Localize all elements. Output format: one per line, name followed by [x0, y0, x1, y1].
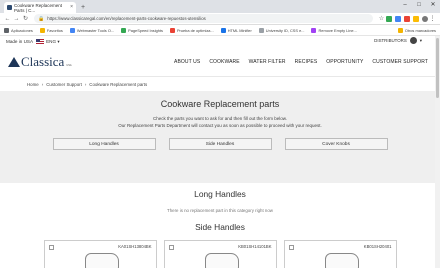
bookmark-item[interactable]: Remove Empty Line... [311, 27, 357, 33]
product-card: KB01SH20401 [283, 240, 397, 268]
extension-icon[interactable] [386, 15, 392, 22]
close-tab-icon[interactable]: × [70, 4, 73, 10]
side-handles-products: KA01SH13804BK KB01SH14101BK KB01SH20401 [0, 240, 440, 268]
main-nav: ABOUT US COOKWARE WATER FILTER RECIPES O… [174, 59, 428, 65]
side-handles-title: Side Handles [195, 222, 245, 232]
site-header: Classica USA ABOUT US COOKWARE WATER FIL… [0, 47, 440, 77]
scrollbar-thumb[interactable] [436, 38, 439, 98]
close-window-icon[interactable]: ✕ [426, 0, 440, 10]
top-strip: Made in USA ENG ▾ DISTRIBUTORS ▾ [0, 36, 440, 47]
user-avatar-icon[interactable] [409, 37, 417, 44]
breadcrumb: Home › Customer Support › Cookware Repla… [0, 77, 440, 91]
long-handles-button[interactable]: Long Handles [52, 138, 156, 150]
extension-icon[interactable] [413, 15, 419, 22]
page-viewport: Made in USA ENG ▾ DISTRIBUTORS ▾ Classic… [0, 36, 440, 268]
bookmark-item[interactable]: PageSpeed Insights [121, 27, 163, 33]
other-bookmarks[interactable]: Otros marcadores [397, 27, 436, 33]
extension-icon[interactable] [395, 15, 401, 22]
side-handles-button[interactable]: Side Handles [168, 138, 272, 150]
url-text: https://www.classicaregal.com/en/replace… [47, 16, 206, 21]
bookmark-item[interactable]: University ID, CSS e... [258, 27, 304, 33]
language-select[interactable]: ENG ▾ [46, 39, 60, 45]
favicon-icon [7, 5, 12, 10]
product-code: KA01SH13804BK [118, 244, 152, 249]
side-handle-image [84, 253, 119, 268]
extension-icon[interactable] [404, 15, 410, 22]
product-checkbox[interactable] [48, 245, 54, 250]
logo-mark-icon [8, 57, 20, 67]
side-handle-image [204, 253, 239, 268]
extensions [386, 15, 428, 22]
long-handles-title: Long Handles [194, 189, 246, 199]
made-in-label: Made in USA [6, 39, 34, 44]
star-icon[interactable]: ☆ [377, 15, 386, 22]
nav-recipes[interactable]: RECIPES [295, 59, 318, 65]
nav-opportunity[interactable]: OPPORTUNITY [326, 59, 363, 65]
bookmark-item[interactable]: Favoritos [39, 27, 63, 33]
minimize-icon[interactable]: – [398, 0, 412, 10]
bookmark-item[interactable]: HTML Minifier [220, 27, 252, 33]
distributors-menu[interactable]: DISTRIBUTORS ▾ [374, 37, 422, 44]
back-icon[interactable]: ← [3, 16, 12, 22]
browser-tabbar: Cookware Replacement Parts | C... × + – … [0, 0, 440, 13]
classica-logo[interactable]: Classica USA [8, 54, 72, 69]
nav-customer-support[interactable]: CUSTOMER SUPPORT [372, 59, 428, 65]
product-checkbox[interactable] [168, 245, 174, 250]
category-buttons: Long Handles Side Handles Cover Knobs [0, 138, 440, 150]
new-tab-button[interactable]: + [81, 2, 85, 13]
window-controls: – □ ✕ [398, 0, 440, 10]
bookmark-item[interactable]: Prueba de optimiza... [169, 27, 214, 33]
logo-text: Classica [21, 54, 65, 69]
chevron-down-icon: ▾ [419, 37, 422, 43]
hero-section: Cookware Replacement parts Check the par… [0, 91, 440, 183]
tab-title: Cookware Replacement Parts | C... [14, 2, 63, 13]
logo-sub: USA [66, 64, 72, 67]
distributors-label: DISTRIBUTORS [374, 38, 407, 43]
page-scrollbar[interactable] [435, 36, 440, 268]
lock-icon: 🔒 [38, 15, 45, 22]
page-title: Cookware Replacement parts [160, 99, 280, 109]
product-code: KB01SH14101BK [238, 244, 272, 249]
breadcrumb-customer-support[interactable]: Customer Support [46, 82, 82, 87]
address-bar: ← → ↻ 🔒 https://www.classicaregal.com/en… [0, 13, 440, 25]
breadcrumb-separator-icon: › [84, 81, 87, 87]
menu-icon[interactable]: ⋮ [428, 15, 437, 22]
reload-icon[interactable]: ↻ [21, 15, 30, 22]
product-card: KA01SH13804BK [43, 240, 157, 268]
hero-contact-note: Our Replacement Parts Department will co… [118, 122, 322, 128]
nav-cookware[interactable]: COOKWARE [209, 59, 239, 65]
product-code: KB01SH20401 [363, 244, 392, 249]
bookmark-item[interactable]: Aplicaciones [4, 27, 33, 33]
usa-flag-icon [36, 39, 45, 44]
forward-icon[interactable]: → [12, 16, 21, 22]
nav-water-filter[interactable]: WATER FILTER [249, 59, 286, 65]
nav-about-us[interactable]: ABOUT US [174, 59, 200, 65]
product-card: KB01SH14101BK [163, 240, 277, 268]
bookmark-item[interactable]: Webmaster Tools O... [69, 27, 114, 33]
breadcrumb-home[interactable]: Home [27, 82, 39, 87]
cover-knobs-button[interactable]: Cover Knobs [284, 138, 388, 150]
side-handle-image [324, 253, 359, 268]
maximize-icon[interactable]: □ [412, 0, 426, 10]
browser-tab[interactable]: Cookware Replacement Parts | C... × [4, 2, 76, 13]
product-checkbox[interactable] [288, 245, 294, 250]
bookmarks-bar: Aplicaciones Favoritos Webmaster Tools O… [0, 25, 440, 36]
breadcrumb-separator-icon: › [41, 81, 44, 87]
url-input[interactable]: 🔒 https://www.classicaregal.com/en/repla… [34, 14, 373, 23]
breadcrumb-current: Cookware Replacement parts [89, 81, 148, 87]
